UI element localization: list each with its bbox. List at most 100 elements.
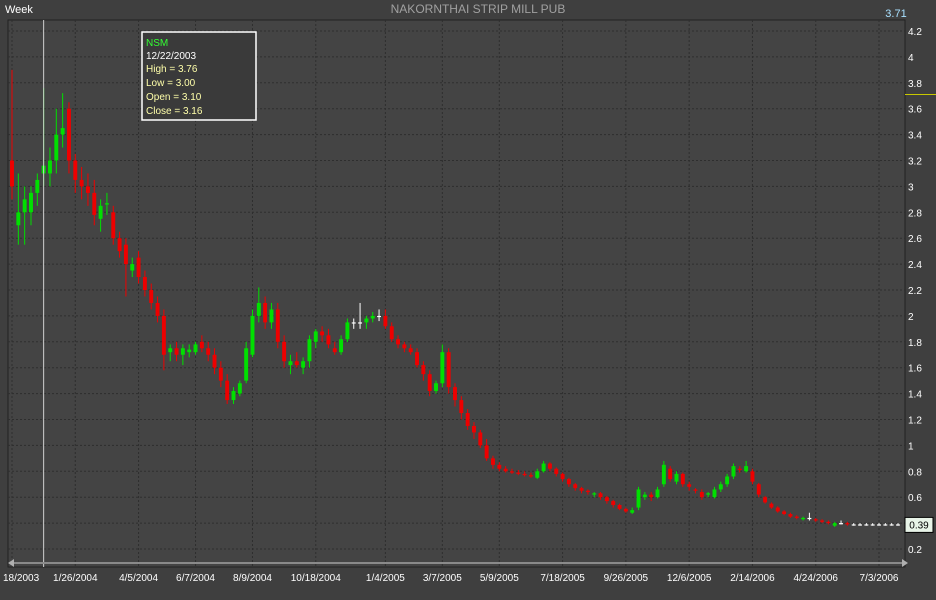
candle-body	[332, 348, 337, 353]
candle-body	[459, 400, 464, 414]
candle-body	[282, 341, 287, 362]
y-tick-label: 2.6	[908, 234, 922, 245]
y-tick-label: 0.6	[908, 493, 922, 504]
candle-body	[497, 464, 502, 469]
candle-body	[794, 516, 799, 518]
candle-body	[858, 524, 862, 526]
candle-body	[491, 458, 495, 465]
candle-body	[130, 264, 135, 271]
candle-body	[123, 244, 128, 265]
candle-body	[206, 348, 211, 355]
candle-body	[16, 212, 21, 226]
y-tick-label: 3.4	[908, 131, 922, 142]
candle-body	[889, 524, 894, 526]
candle-body	[864, 524, 869, 526]
candle-body	[693, 489, 698, 491]
candle-body	[731, 466, 736, 477]
candle-body	[453, 387, 457, 401]
candle-body	[592, 493, 597, 495]
candle-body	[111, 212, 116, 239]
candle	[275, 302, 280, 349]
candle-body	[237, 383, 242, 394]
candle-body	[66, 108, 71, 161]
candle-body	[155, 302, 160, 316]
y-tick-label: 1.4	[908, 390, 922, 401]
candle-body	[712, 489, 717, 498]
candle-body	[801, 517, 806, 520]
last-price-badge: 0.39	[904, 516, 934, 533]
chart-title: NAKORNTHAI STRIP MILL PUB	[391, 2, 566, 16]
candle-body	[48, 160, 52, 174]
y-tick-label: 3.6	[908, 105, 922, 116]
x-tick-label: 6/7/2004	[176, 573, 215, 584]
candle-body	[775, 507, 780, 512]
candle-body	[446, 352, 451, 388]
candle-body	[687, 484, 692, 487]
candle-body	[174, 348, 179, 355]
y-tick-label: 0.8	[908, 467, 922, 478]
last-value-label: 3.71	[885, 8, 906, 20]
candle-body	[104, 203, 109, 205]
y-tick-label: 4.2	[908, 27, 922, 38]
candle-body	[307, 339, 312, 362]
candle-body	[699, 492, 704, 498]
candle	[446, 348, 451, 394]
candle-body	[301, 361, 306, 368]
y-tick-label: 1.2	[908, 416, 922, 427]
y-tick-label: 1.8	[908, 338, 922, 349]
candle-body	[408, 348, 413, 353]
candle-body	[263, 302, 268, 323]
candle-body	[737, 468, 742, 471]
candle-body	[579, 488, 584, 491]
y-axis: 0.20.40.60.811.21.41.61.822.22.42.62.833…	[908, 27, 922, 556]
candle-body	[250, 315, 255, 355]
candle-body	[199, 341, 204, 349]
candle-body	[623, 508, 628, 512]
period-label: Week	[5, 4, 33, 16]
candle-body	[320, 331, 325, 336]
candle-body	[275, 309, 280, 342]
candle-body	[503, 468, 508, 472]
candle-body	[339, 339, 344, 353]
candle-body	[231, 391, 236, 401]
candle-body	[484, 445, 489, 459]
candle-body	[636, 489, 641, 508]
candle	[661, 460, 666, 487]
candlestick-chart[interactable]: 0.20.40.60.811.21.41.61.822.22.42.62.833…	[0, 0, 936, 595]
candle-body	[535, 471, 540, 478]
candle-body	[149, 290, 154, 303]
tooltip-high: High = 3.76	[146, 64, 198, 75]
x-axis: 18/2003 1/26/2004 4/5/2004 6/7/2004 8/9/2004…	[3, 573, 899, 584]
y-tick-label: 2.2	[908, 286, 922, 297]
candle-body	[883, 524, 888, 526]
candle-body	[598, 493, 603, 498]
candle-body	[402, 344, 407, 349]
candle-body	[187, 349, 192, 353]
candle-body	[79, 179, 84, 187]
candle-body	[617, 504, 622, 509]
candle-body	[585, 490, 590, 493]
tooltip-open: Open = 3.10	[146, 92, 202, 103]
candle-body	[22, 199, 27, 213]
candle-body	[92, 192, 97, 215]
y-tick-label: 3	[908, 182, 914, 193]
x-tick-label: 12/6/2005	[667, 573, 712, 584]
candle-body	[769, 503, 774, 508]
candle-body	[225, 380, 230, 401]
candle-body	[117, 238, 122, 252]
candle-body	[389, 326, 394, 340]
candle-body	[478, 432, 483, 446]
candle-body	[180, 348, 185, 355]
candle-body	[642, 494, 647, 498]
x-tick-label: 5/9/2005	[480, 573, 519, 584]
candle-body	[136, 257, 141, 278]
candle-body	[85, 186, 90, 193]
candle-body	[763, 497, 768, 503]
candle-body	[472, 425, 476, 433]
x-tick-label: 3/7/2005	[423, 573, 462, 584]
candle-body	[10, 160, 14, 187]
y-tick-label: 0.2	[908, 545, 922, 556]
candle-body	[345, 322, 350, 340]
candle-body	[813, 519, 818, 521]
candle-body	[288, 361, 293, 366]
